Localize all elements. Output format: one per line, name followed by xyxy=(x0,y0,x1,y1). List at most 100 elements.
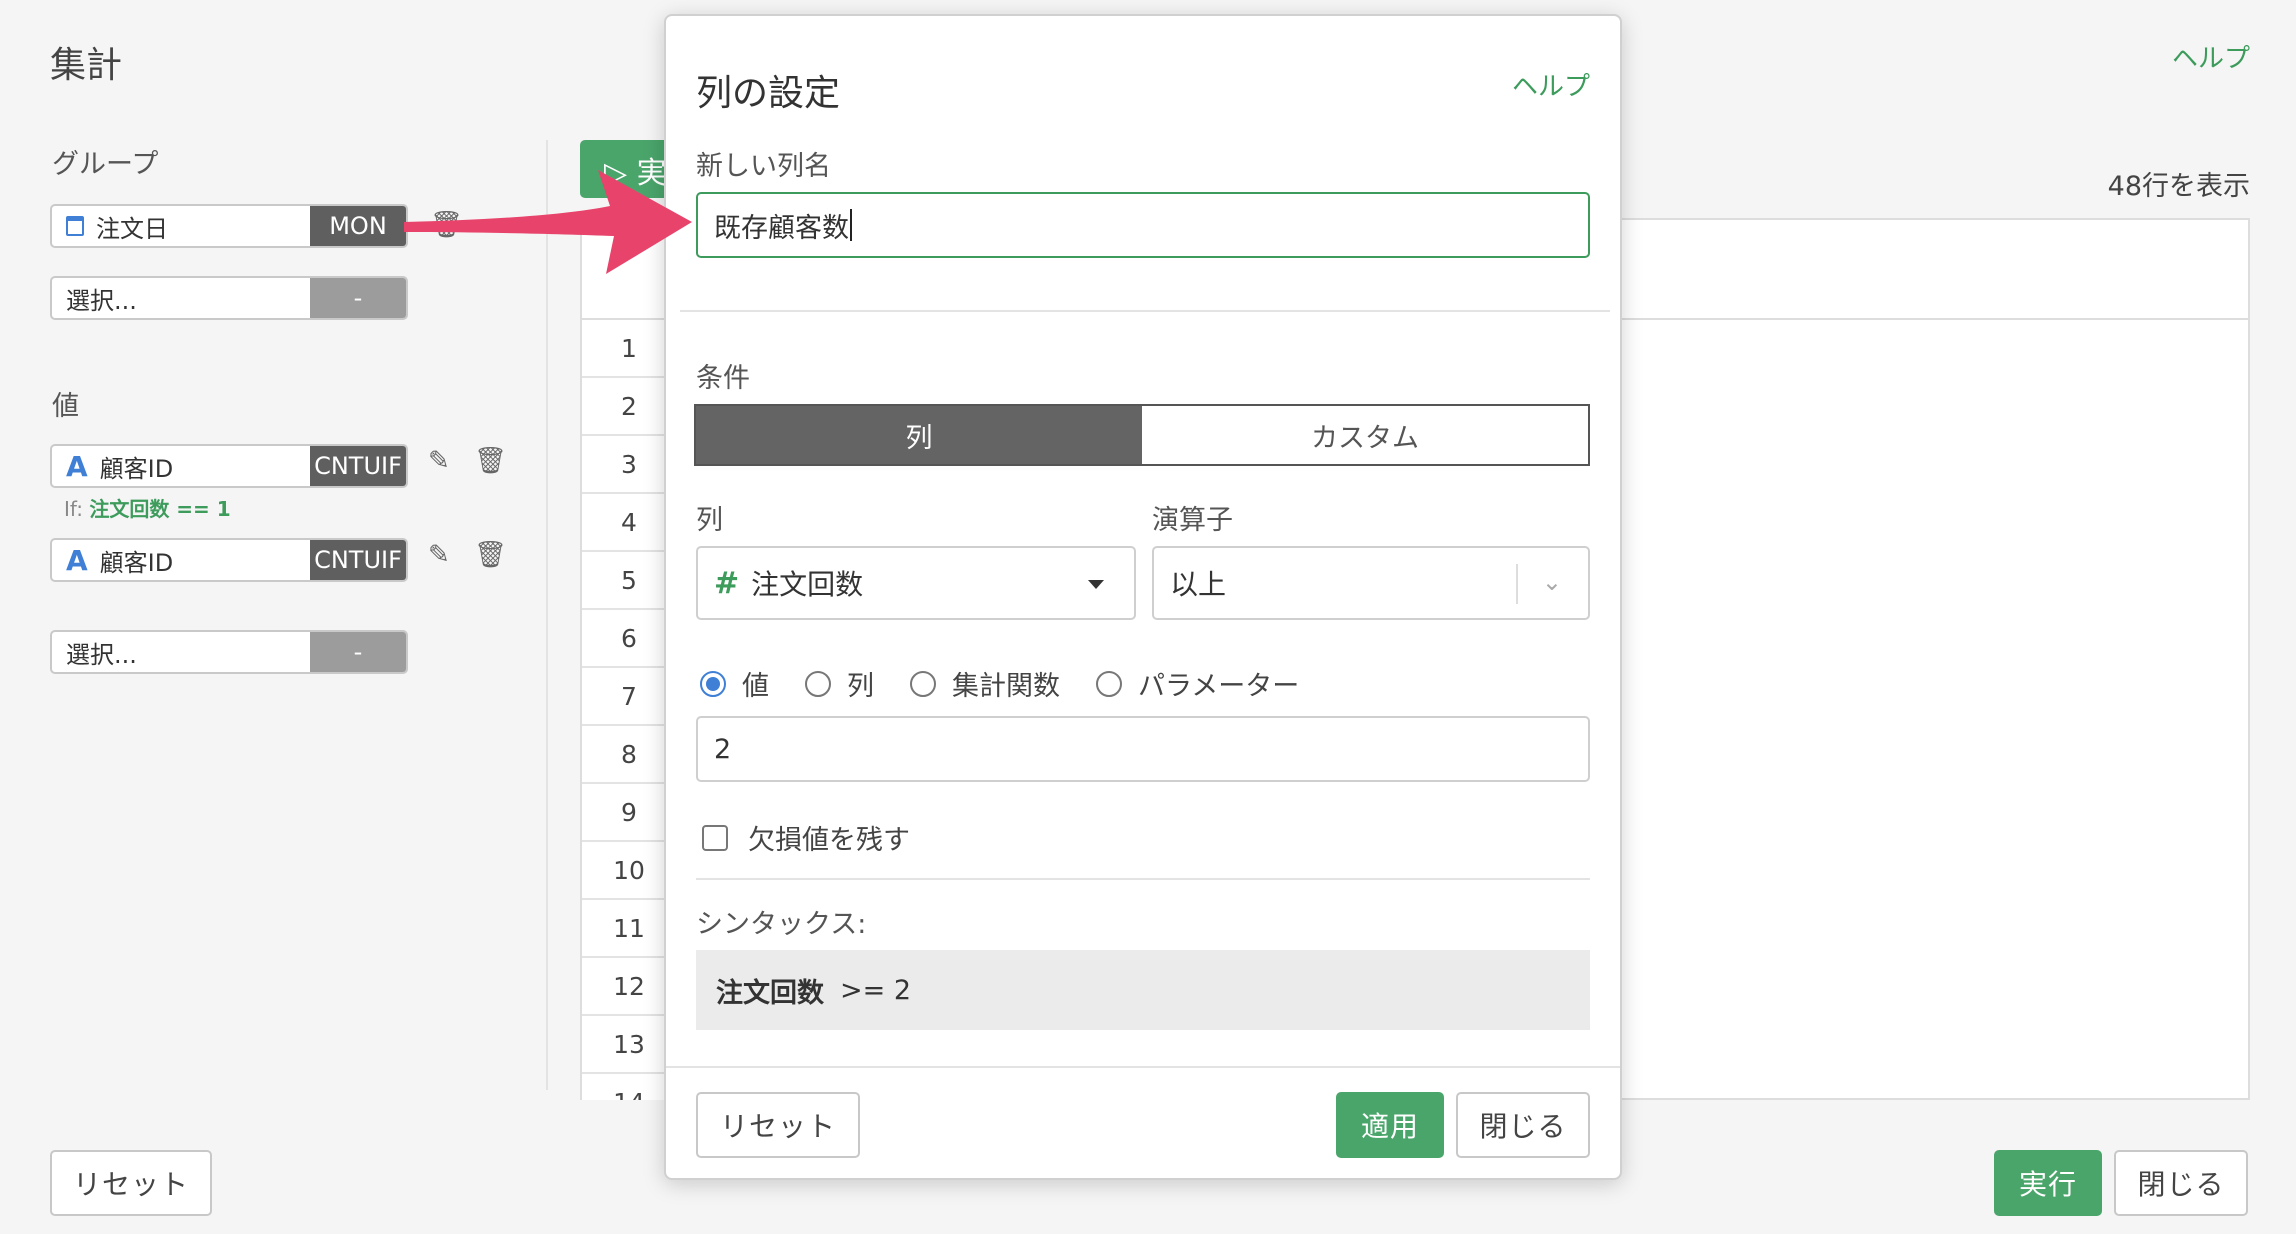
value-item-aggregation-tag[interactable]: CNTUIF xyxy=(310,540,406,580)
text-caret xyxy=(850,209,852,241)
dialog-reset-button[interactable]: リセット xyxy=(696,1092,860,1158)
row-number: 9 xyxy=(582,784,676,842)
radio-value[interactable]: 値 xyxy=(700,664,769,703)
help-link[interactable]: ヘルプ xyxy=(2172,38,2250,75)
delete-icon[interactable]: 🗑 xyxy=(474,540,507,570)
column-label: 列 xyxy=(696,505,723,536)
row-number: 13 xyxy=(582,1016,676,1074)
row-number: 12 xyxy=(582,958,676,1016)
condition-value-text: 2 xyxy=(714,733,732,765)
syntax-column: 注文回数 xyxy=(716,977,824,1009)
annotation-arrow xyxy=(404,170,692,274)
row-number: 6 xyxy=(582,610,676,668)
value-item-name[interactable]: A 顧客ID xyxy=(52,540,310,580)
text-type-icon: A xyxy=(66,543,88,577)
radio-parameter[interactable]: パラメーター xyxy=(1096,664,1299,703)
row-number: 1 xyxy=(582,320,676,378)
value-item-name[interactable]: A 顧客ID xyxy=(52,446,310,486)
value-item-label: 顧客ID xyxy=(99,548,174,577)
dialog-divider xyxy=(696,878,1590,880)
keep-missing-label: 欠損値を残す xyxy=(748,825,910,856)
radio-button[interactable] xyxy=(910,670,936,697)
value-item-label: 顧客ID xyxy=(99,454,174,483)
rows-count: 48行を表示 xyxy=(2107,171,2250,202)
group-section-label: グループ xyxy=(52,149,159,180)
radio-button[interactable] xyxy=(1096,670,1122,697)
dialog-close-button[interactable]: 閉じる xyxy=(1456,1092,1590,1158)
panel-divider xyxy=(546,140,548,1090)
value-type-radio-group: 値 列 集計関数 パラメーター xyxy=(700,664,1335,703)
group-item-order-date[interactable]: 注文日 MON xyxy=(50,204,408,248)
close-button[interactable]: 閉じる xyxy=(2114,1150,2248,1216)
edit-icon[interactable]: ✎ xyxy=(428,446,450,476)
edit-icon[interactable]: ✎ xyxy=(428,540,450,570)
tab-custom[interactable]: カスタム xyxy=(1142,406,1588,464)
delete-icon[interactable]: 🗑 xyxy=(474,446,507,476)
value-item-2[interactable]: A 顧客ID CNTUIF xyxy=(50,538,408,582)
value-section-label: 値 xyxy=(52,391,79,422)
row-number: 11 xyxy=(582,900,676,958)
value-select-label[interactable]: 選択... xyxy=(52,632,310,672)
number-type-icon: # xyxy=(714,565,740,601)
syntax-label: シンタックス: xyxy=(696,909,867,940)
keep-missing-checkbox[interactable] xyxy=(702,824,728,851)
operator-label: 演算子 xyxy=(1152,505,1233,536)
text-type-icon: A xyxy=(66,449,88,483)
select-separator xyxy=(1516,564,1518,604)
radio-label: パラメーター xyxy=(1138,671,1300,702)
column-select[interactable]: # 注文回数 xyxy=(696,546,1136,620)
syntax-operator-value: >= 2 xyxy=(840,974,912,1006)
condition-prefix: If: xyxy=(64,497,83,521)
group-item-name[interactable]: 注文日 xyxy=(52,206,310,246)
row-number: 8 xyxy=(582,726,676,784)
page-title: 集計 xyxy=(50,45,123,86)
value-item-1[interactable]: A 顧客ID CNTUIF xyxy=(50,444,408,488)
group-select-label[interactable]: 選択... xyxy=(52,278,310,318)
operator-select-value: 以上 xyxy=(1170,568,1227,601)
dialog-footer-divider xyxy=(666,1066,1620,1068)
row-number: 10 xyxy=(582,842,676,900)
radio-label: 列 xyxy=(847,671,874,702)
group-select-placeholder[interactable]: 選択... - xyxy=(50,276,408,320)
row-number: 4 xyxy=(582,494,676,552)
new-column-name-value: 既存顧客数 xyxy=(714,212,849,244)
row-number: 14 xyxy=(582,1074,676,1101)
group-item-label: 注文日 xyxy=(96,214,168,243)
dialog-help-link[interactable]: ヘルプ xyxy=(1512,66,1590,103)
value-item-aggregation-tag[interactable]: CNTUIF xyxy=(310,446,406,486)
group-item-aggregation-tag[interactable]: MON xyxy=(310,206,406,246)
value-condition: If: 注文回数 == 1 xyxy=(64,493,231,522)
row-number: 2 xyxy=(582,378,676,436)
syntax-preview: 注文回数 >= 2 xyxy=(696,950,1590,1030)
radio-column[interactable]: 列 xyxy=(805,664,874,703)
column-select-value: 注文回数 xyxy=(751,568,864,601)
operator-select[interactable]: 以上 ⌄ xyxy=(1152,546,1590,620)
radio-label: 集計関数 xyxy=(952,671,1060,702)
dialog-divider xyxy=(680,310,1610,312)
tab-column[interactable]: 列 xyxy=(696,406,1142,464)
radio-button[interactable] xyxy=(805,670,831,697)
dropdown-caret-icon xyxy=(1088,580,1104,589)
keep-missing-option[interactable]: 欠損値を残す xyxy=(702,818,910,857)
run-button[interactable]: 実行 xyxy=(1994,1150,2102,1216)
calendar-icon xyxy=(66,216,84,236)
condition-label: 条件 xyxy=(696,363,750,394)
new-column-name-input[interactable]: 既存顧客数 xyxy=(696,192,1590,258)
row-number: 7 xyxy=(582,668,676,726)
condition-mode-toggle: 列 カスタム xyxy=(694,404,1590,466)
condition-expression: 注文回数 == 1 xyxy=(89,497,231,521)
row-number: 3 xyxy=(582,436,676,494)
condition-value-input[interactable]: 2 xyxy=(696,716,1590,782)
value-select-placeholder[interactable]: 選択... - xyxy=(50,630,408,674)
radio-aggregate-function[interactable]: 集計関数 xyxy=(910,664,1060,703)
reset-button[interactable]: リセット xyxy=(50,1150,212,1216)
chevron-down-icon: ⌄ xyxy=(1541,568,1562,596)
dialog-title: 列の設定 xyxy=(696,73,841,114)
radio-button[interactable] xyxy=(700,670,726,697)
new-column-name-label: 新しい列名 xyxy=(696,151,831,182)
value-select-tag[interactable]: - xyxy=(310,632,406,672)
radio-label: 値 xyxy=(742,671,769,702)
group-select-tag[interactable]: - xyxy=(310,278,406,318)
column-settings-dialog: 列の設定 ヘルプ 新しい列名 既存顧客数 条件 列 カスタム 列 演算子 # 注… xyxy=(664,14,1622,1180)
apply-button[interactable]: 適用 xyxy=(1336,1092,1444,1158)
